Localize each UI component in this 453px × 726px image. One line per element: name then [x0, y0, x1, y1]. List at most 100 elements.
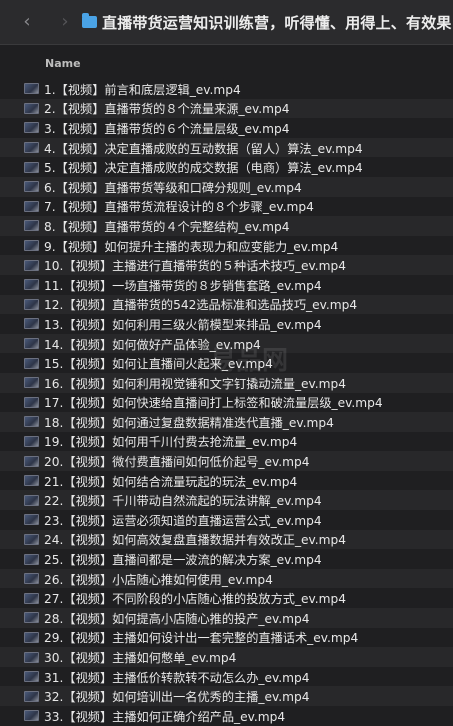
window-title: 直播带货运营知识训练营，听得懂、用得上、有效果 — [102, 13, 452, 32]
file-row[interactable]: 6.【视频】直播带货等级和口碑分规则_ev.mp4 — [0, 176, 453, 197]
file-name: 12.【视频】直播带货的542选品标准和选品技巧_ev.mp4 — [44, 298, 358, 313]
video-thumbnail-icon — [24, 200, 39, 212]
video-thumbnail-icon — [24, 240, 39, 252]
file-name: 25.【视频】直播间都是一波流的解决方案_ev.mp4 — [44, 553, 322, 568]
file-row[interactable]: 24.【视频】如何高效复盘直播数据并有效改正_ev.mp4 — [0, 529, 453, 550]
video-thumbnail-icon — [24, 553, 39, 565]
file-name: 7.【视频】直播带货流程设计的８个步骤_ev.mp4 — [44, 200, 314, 215]
file-row[interactable]: 30.【视频】主播如何憋单_ev.mp4 — [0, 647, 453, 667]
file-name: 2.【视频】直播带货的８个流量来源_ev.mp4 — [44, 102, 290, 117]
file-name: 22.【视频】千川带动自然流起的玩法讲解_ev.mp4 — [44, 494, 322, 509]
file-row[interactable]: 28.【视频】如何提高小店随心推的投产_ev.mp4 — [0, 608, 453, 628]
video-thumbnail-icon — [24, 612, 39, 624]
file-row[interactable]: 14.【视频】如何做好产品体验_ev.mp4 — [0, 333, 453, 354]
video-thumbnail-icon — [24, 651, 39, 663]
file-row[interactable]: 15.【视频】如何让直播间火起来_ev.mp4 — [0, 353, 453, 373]
folder-icon — [82, 13, 97, 28]
file-row[interactable]: 33.【视频】主播如何正确介绍产品_ev.mp4 — [0, 706, 453, 726]
file-name: 32.【视频】如何培训出一名优秀的主播_ev.mp4 — [44, 690, 310, 705]
file-name: 1.【视频】前言和底层逻辑_ev.mp4 — [44, 82, 241, 97]
file-name: 28.【视频】如何提高小店随心推的投产_ev.mp4 — [44, 611, 310, 626]
file-row[interactable]: 11.【视频】一场直播带货的８步销售套路_ev.mp4 — [0, 275, 453, 295]
chevron-right-icon[interactable]: › — [54, 0, 76, 44]
file-name: 18.【视频】如何通过复盘数据精准迭代直播_ev.mp4 — [44, 415, 334, 430]
file-name: 5.【视频】决定直播成败的成交数据（电商）算法_ev.mp4 — [44, 161, 363, 176]
file-name: 6.【视频】直播带货等级和口碑分规则_ev.mp4 — [44, 180, 302, 195]
video-thumbnail-icon — [24, 592, 39, 604]
file-row[interactable]: 22.【视频】千川带动自然流起的玩法讲解_ev.mp4 — [0, 490, 453, 511]
video-thumbnail-icon — [24, 494, 39, 506]
file-list: 1.【视频】前言和底层逻辑_ev.mp4 2.【视频】直播带货的８个流量来源_ev… — [0, 79, 453, 726]
file-row[interactable]: 8.【视频】直播带货的４个完整结构_ev.mp4 — [0, 216, 453, 236]
video-thumbnail-icon — [24, 671, 39, 683]
video-thumbnail-icon — [24, 161, 39, 173]
video-thumbnail-icon — [24, 573, 39, 585]
file-row[interactable]: 17.【视频】如何快速给直播间打上标签和破流量层级_ev.mp4 — [0, 393, 453, 413]
video-thumbnail-icon — [24, 533, 39, 545]
file-row[interactable]: 1.【视频】前言和底层逻辑_ev.mp4 — [0, 79, 453, 99]
file-row[interactable]: 25.【视频】直播间都是一波流的解决方案_ev.mp4 — [0, 549, 453, 569]
toolbar: ‹ › 直播带货运营知识训练营，听得懂、用得上、有效果 — [0, 0, 453, 45]
video-thumbnail-icon — [24, 396, 39, 408]
video-thumbnail-icon — [24, 475, 39, 487]
file-row[interactable]: 12.【视频】直播带货的542选品标准和选品技巧_ev.mp4 — [0, 294, 453, 315]
file-name: 15.【视频】如何让直播间火起来_ev.mp4 — [44, 357, 273, 372]
file-name: 30.【视频】主播如何憋单_ev.mp4 — [44, 651, 237, 666]
file-name: 29.【视频】主播如何设计出一套完整的直播话术_ev.mp4 — [44, 631, 359, 646]
video-thumbnail-icon — [24, 455, 39, 467]
file-name: 13.【视频】如何利用三级火箭模型来排品_ev.mp4 — [44, 317, 322, 332]
file-name: 21.【视频】如何结合流量玩起的玩法_ev.mp4 — [44, 474, 298, 489]
file-name: 27.【视频】不同阶段的小店随心推的投放方式_ev.mp4 — [44, 592, 347, 607]
column-header-name[interactable]: Name — [45, 57, 81, 70]
file-row[interactable]: 2.【视频】直播带货的８个流量来源_ev.mp4 — [0, 98, 453, 119]
file-row[interactable]: 4.【视频】决定直播成败的互动数据（留人）算法_ev.mp4 — [0, 137, 453, 158]
file-name: 10.【视频】主播进行直播带货的５种话术技巧_ev.mp4 — [44, 259, 347, 274]
video-thumbnail-icon — [24, 338, 39, 350]
video-thumbnail-icon — [24, 83, 39, 95]
file-row[interactable]: 3.【视频】直播带货的６个流量层级_ev.mp4 — [0, 118, 453, 138]
video-thumbnail-icon — [24, 435, 39, 447]
video-thumbnail-icon — [24, 690, 39, 702]
video-thumbnail-icon — [24, 631, 39, 643]
chevron-left-icon[interactable]: ‹ — [16, 0, 38, 44]
video-thumbnail-icon — [24, 259, 39, 271]
file-row[interactable]: 5.【视频】决定直播成败的成交数据（电商）算法_ev.mp4 — [0, 157, 453, 177]
file-name: 11.【视频】一场直播带货的８步销售套路_ev.mp4 — [44, 278, 322, 293]
video-thumbnail-icon — [24, 298, 39, 310]
file-row[interactable]: 27.【视频】不同阶段的小店随心推的投放方式_ev.mp4 — [0, 588, 453, 608]
file-row[interactable]: 32.【视频】如何培训出一名优秀的主播_ev.mp4 — [0, 686, 453, 706]
file-row[interactable]: 7.【视频】直播带货流程设计的８个步骤_ev.mp4 — [0, 197, 453, 217]
file-row[interactable]: 10.【视频】主播进行直播带货的５种话术技巧_ev.mp4 — [0, 255, 453, 275]
file-row[interactable]: 31.【视频】主播低价转款转不动怎么办_ev.mp4 — [0, 667, 453, 687]
file-row[interactable]: 29.【视频】主播如何设计出一套完整的直播话术_ev.mp4 — [0, 628, 453, 648]
file-row[interactable]: 26.【视频】小店随心推如何使用_ev.mp4 — [0, 568, 453, 589]
file-name: 14.【视频】如何做好产品体验_ev.mp4 — [44, 337, 261, 352]
file-name: 8.【视频】直播带货的４个完整结构_ev.mp4 — [44, 219, 290, 234]
file-name: 17.【视频】如何快速给直播间打上标签和破流量层级_ev.mp4 — [44, 396, 383, 411]
file-row[interactable]: 20.【视频】微付费直播间如何低价起号_ev.mp4 — [0, 451, 453, 471]
video-thumbnail-icon — [24, 357, 39, 369]
file-name: 9.【视频】如何提升主播的表现力和应变能力_ev.mp4 — [44, 239, 339, 254]
file-name: 24.【视频】如何高效复盘直播数据并有效改正_ev.mp4 — [44, 533, 347, 548]
file-name: 4.【视频】决定直播成败的互动数据（留人）算法_ev.mp4 — [44, 141, 363, 156]
file-name: 16.【视频】如何利用视觉锤和文字钉撬动流量_ev.mp4 — [44, 376, 347, 391]
file-row[interactable]: 18.【视频】如何通过复盘数据精准迭代直播_ev.mp4 — [0, 412, 453, 432]
video-thumbnail-icon — [24, 377, 39, 389]
file-row[interactable]: 16.【视频】如何利用视觉锤和文字钉撬动流量_ev.mp4 — [0, 372, 453, 393]
video-thumbnail-icon — [24, 416, 39, 428]
file-row[interactable]: 21.【视频】如何结合流量玩起的玩法_ev.mp4 — [0, 471, 453, 491]
column-header-row: Name — [0, 52, 453, 74]
file-name: 19.【视频】如何用千川付费去抢流量_ev.mp4 — [44, 435, 298, 450]
video-thumbnail-icon — [24, 102, 39, 114]
file-name: 31.【视频】主播低价转款转不动怎么办_ev.mp4 — [44, 670, 310, 685]
file-row[interactable]: 23.【视频】运营必须知道的直播运营公式_ev.mp4 — [0, 510, 453, 530]
video-thumbnail-icon — [24, 318, 39, 330]
file-name: 23.【视频】运营必须知道的直播运营公式_ev.mp4 — [44, 513, 322, 528]
file-row[interactable]: 19.【视频】如何用千川付费去抢流量_ev.mp4 — [0, 432, 453, 452]
file-row[interactable]: 9.【视频】如何提升主播的表现力和应变能力_ev.mp4 — [0, 236, 453, 256]
file-name: 26.【视频】小店随心推如何使用_ev.mp4 — [44, 572, 273, 587]
video-thumbnail-icon — [24, 279, 39, 291]
file-row[interactable]: 13.【视频】如何利用三级火箭模型来排品_ev.mp4 — [0, 314, 453, 334]
file-name: 3.【视频】直播带货的６个流量层级_ev.mp4 — [44, 121, 290, 136]
video-thumbnail-icon — [24, 220, 39, 232]
